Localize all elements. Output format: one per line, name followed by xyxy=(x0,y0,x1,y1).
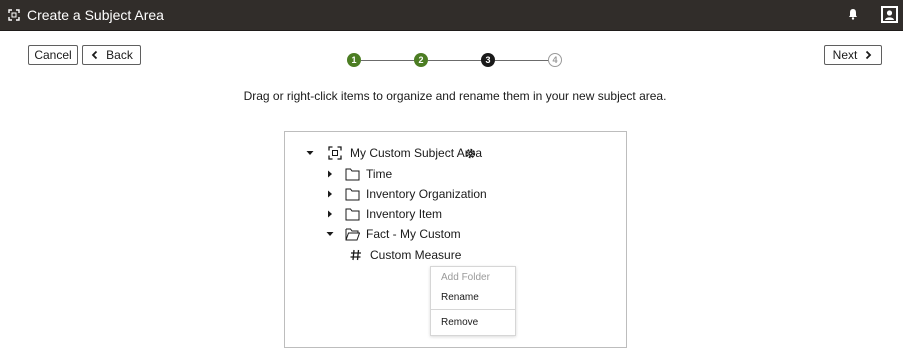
menu-item-add-folder: Add Folder xyxy=(441,272,490,283)
tree-item-inventory-item[interactable]: Inventory Item xyxy=(325,204,605,224)
measure-hash-icon xyxy=(350,249,361,261)
step-1-indicator[interactable]: 1 xyxy=(347,53,361,67)
chevron-right-icon xyxy=(866,50,872,59)
notifications-bell-icon[interactable] xyxy=(846,7,860,21)
caret-right-icon[interactable] xyxy=(325,204,335,224)
folder-open-icon xyxy=(345,228,360,241)
tree-item-time[interactable]: Time xyxy=(325,164,605,184)
cancel-button-label: Cancel xyxy=(34,48,72,62)
caret-down-icon[interactable] xyxy=(325,224,335,244)
step-3-indicator: 3 xyxy=(481,53,495,67)
subject-area-app-icon xyxy=(8,9,20,21)
tree-item-label: Fact - My Custom xyxy=(366,227,461,241)
user-profile-icon[interactable] xyxy=(881,6,898,23)
step-connector xyxy=(428,60,483,61)
menu-item-remove[interactable]: Remove xyxy=(441,317,478,328)
back-button[interactable]: Back xyxy=(82,45,141,65)
step-connector xyxy=(361,60,416,61)
folder-icon xyxy=(345,188,360,201)
step-2-indicator[interactable]: 2 xyxy=(414,53,428,67)
next-button[interactable]: Next xyxy=(824,45,882,65)
instruction-text: Drag or right-click items to organize an… xyxy=(243,89,667,103)
tree-item-label: Time xyxy=(366,167,393,181)
tree-root-row[interactable]: My Custom Subject Area xyxy=(305,143,605,163)
menu-divider xyxy=(431,309,515,310)
tree-root-label: My Custom Subject Area xyxy=(350,146,483,160)
subject-area-icon xyxy=(328,146,342,160)
tree-item-label: Inventory Organization xyxy=(366,187,487,201)
tree-item-label: Inventory Item xyxy=(366,207,443,221)
back-button-label: Back xyxy=(106,48,133,62)
caret-right-icon[interactable] xyxy=(325,164,335,184)
caret-down-icon[interactable] xyxy=(305,143,315,163)
cancel-button[interactable]: Cancel xyxy=(28,45,78,65)
menu-item-rename[interactable]: Rename xyxy=(441,292,479,303)
next-button-label: Next xyxy=(832,48,858,62)
context-menu: Add Folder Rename Remove xyxy=(430,266,516,336)
folder-icon xyxy=(345,168,360,181)
folder-icon xyxy=(345,208,360,221)
tree-item-inventory-organization[interactable]: Inventory Organization xyxy=(325,184,605,204)
tree-item-fact-my-custom[interactable]: Fact - My Custom xyxy=(325,224,605,244)
tree-item-custom-measure[interactable]: Custom Measure xyxy=(348,245,598,265)
page-title: Create a Subject Area xyxy=(27,7,164,23)
title-bar: Create a Subject Area xyxy=(0,0,903,31)
step-4-indicator: 4 xyxy=(548,53,562,67)
caret-right-icon[interactable] xyxy=(325,184,335,204)
tree-item-label: Custom Measure xyxy=(370,248,462,262)
gear-icon[interactable] xyxy=(465,148,476,159)
chevron-left-icon xyxy=(91,50,98,59)
step-connector xyxy=(495,60,550,61)
